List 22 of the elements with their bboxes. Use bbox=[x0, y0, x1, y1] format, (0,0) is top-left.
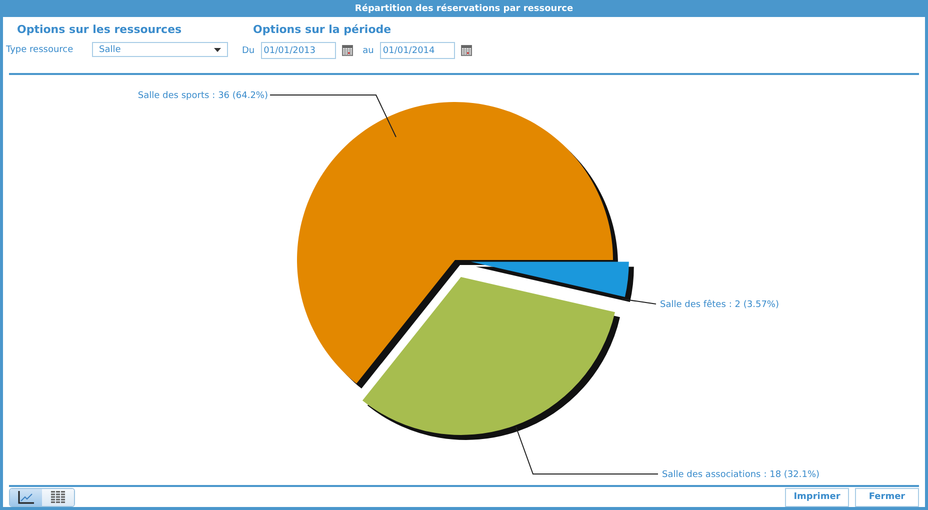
resource-type-dropdown[interactable]: Salle bbox=[92, 42, 228, 57]
field-label: Type ressource bbox=[6, 44, 74, 54]
table-view-toggle[interactable] bbox=[42, 488, 74, 506]
slice-label: Salle des associations : 18 (32.1%) bbox=[662, 470, 820, 480]
date-field[interactable]: 01/01/2013 bbox=[260, 42, 336, 59]
calendar-icon[interactable] bbox=[342, 45, 353, 56]
dialog-button[interactable]: Fermer bbox=[855, 488, 919, 506]
dialog-button[interactable]: Imprimer bbox=[785, 488, 849, 506]
date-field[interactable]: 01/01/2014 bbox=[380, 42, 455, 59]
grid-icon bbox=[51, 490, 65, 504]
slice-label: Salle des sports : 36 (64.2%) bbox=[138, 91, 268, 101]
caret-icon bbox=[214, 48, 221, 52]
window-title: Répartition des réservations par ressource bbox=[354, 4, 574, 14]
field-label: Du bbox=[242, 46, 255, 56]
section-heading: Options sur la période bbox=[252, 23, 392, 38]
calendar-icon[interactable] bbox=[460, 45, 472, 56]
line-chart-icon bbox=[18, 490, 34, 504]
field-label: au bbox=[362, 46, 374, 56]
slice-label: Salle des fêtes : 2 (3.57%) bbox=[660, 300, 779, 310]
leader-line bbox=[622, 298, 656, 304]
chart-view-toggle[interactable] bbox=[10, 488, 42, 506]
section-heading: Options sur les ressources bbox=[16, 23, 183, 38]
